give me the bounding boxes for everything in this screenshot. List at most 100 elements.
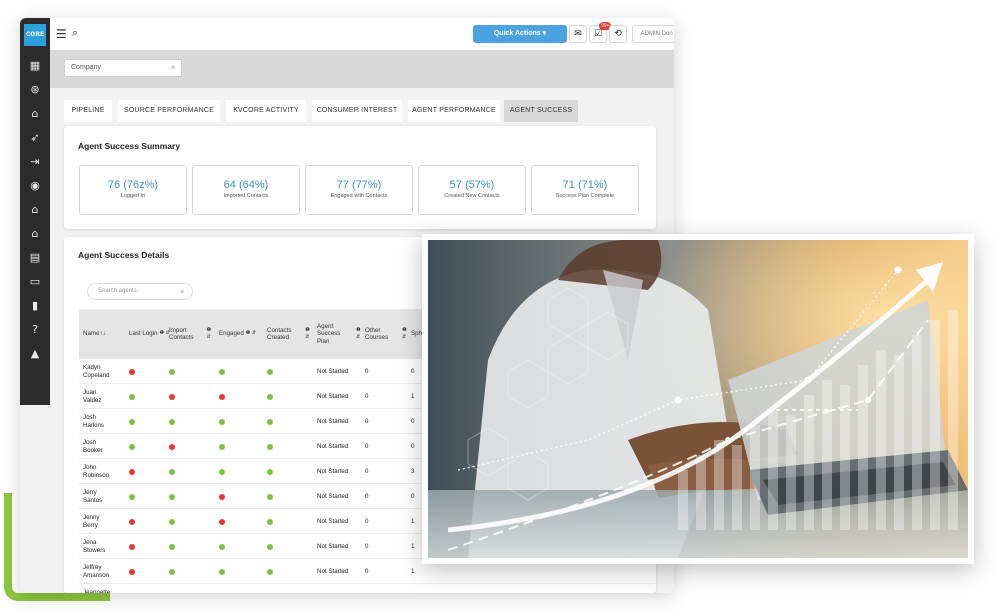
column-header[interactable]: Contacts Created ❶ ⇵ [267,309,313,359]
house-dollar-icon[interactable]: ⌂ [20,222,50,246]
s-value: 1 [411,392,415,400]
agent-success-summary-card: Agent Success Summary 76 (76z%) Logged I… [64,126,656,229]
import-status [169,459,175,484]
info-sort-icon[interactable]: ❶ ⇵ [207,327,215,342]
check-icon [267,518,273,525]
stat-label: Engaged with Contacts [330,193,388,199]
login-status [129,384,135,409]
quick-actions-button[interactable]: Quick Actions ▾ [473,25,567,43]
plan-value: Not Started [317,517,349,525]
stat-value: 64 (64%) [223,179,269,191]
agent-name[interactable]: JeannettePage [83,584,123,593]
hero-photo [422,234,974,564]
arrow-in-icon[interactable]: ⇥ [20,150,50,174]
graduation-cap-icon[interactable]: ▲ [20,342,50,366]
tab-agent-performance[interactable]: AGENT PERFORMANCE [408,100,500,122]
agent-name[interactable]: Jenny Berry [83,509,123,534]
engaged-status [219,484,225,509]
eye-icon[interactable]: ◉ [20,174,50,198]
x-icon [219,493,225,500]
extra-value: 3 [529,584,532,594]
created-status [267,584,273,593]
agent-name[interactable]: Jeffrey Amanson [83,559,123,584]
column-header[interactable]: Other Courses ❶ ⇵ [365,309,411,359]
network-icon[interactable]: ⊛ [20,78,50,102]
admin-user-menu[interactable]: ADMIN Don ▾ [632,25,674,43]
agent-first-name: John [83,464,97,471]
agent-name[interactable]: Jena Stowers [83,534,123,559]
tab-kvcore-activity[interactable]: KVCORE ACTIVITY [226,100,306,122]
other-value: 0 [365,467,369,475]
tab-source-performance[interactable]: SOURCE PERFORMANCE [118,100,220,122]
login-status [129,459,135,484]
agent-name[interactable]: Jerry Santos [83,484,123,509]
info-sort-icon[interactable]: ❶ ⇵ [305,327,313,342]
column-header[interactable]: Engaged ❶ ⇵ [219,309,265,359]
company-select[interactable]: Company ⌕ [64,59,182,77]
agent-name[interactable]: Kadyn Copeland [83,359,123,384]
agent-first-name: Josh [83,414,97,421]
x-icon [129,543,135,550]
home-icon[interactable]: ⌂ [20,102,50,126]
column-label: Agent Success Plan [317,322,341,345]
search-icon: ⌕ [180,288,184,295]
agent-name[interactable]: Juan Valdez [83,384,123,409]
engaged-status [219,359,225,384]
tab-consumer-interest[interactable]: CONSUMER INTEREST [312,100,402,122]
column-header[interactable]: Agent Success Plan ❶ ⇵ [317,309,363,359]
info-sort-icon[interactable]: ❶ ⇵ [402,327,411,342]
plan-value: Not Started [317,442,349,450]
table-row[interactable]: JeannettePage Not Started 0 0 0 2 3 0 0 0 [79,584,656,593]
printer-icon[interactable]: ▤ [20,246,50,270]
plan-value: Not Started [317,417,349,425]
info-sort-icon[interactable]: ❶ ⇵ [246,330,256,338]
agent-first-name: Josh [83,439,97,446]
dashboard-icon[interactable]: ▦ [20,54,50,78]
stat-label: Success Plan Complete [555,193,615,199]
search-icon: ⌕ [171,64,175,71]
bar-chart-icon[interactable]: ▮ [20,294,50,318]
agent-last-name: Stowers [83,546,106,554]
tab-pipeline[interactable]: PIPELINE [64,100,112,122]
column-label: Engaged [219,330,244,338]
history-icon[interactable]: ⟲ [609,25,627,43]
column-label: Contacts Created [267,326,292,342]
agent-name[interactable]: Josh Booker [83,434,123,459]
s-value: 1 [411,567,415,575]
login-status [129,359,135,384]
column-header[interactable]: Name↑↓ [83,309,121,359]
agent-search-input[interactable]: Search agents ⌕ [87,283,193,300]
check-icon [267,418,273,425]
tab-agent-success[interactable]: AGENT SUCCESS [504,100,578,122]
send-icon[interactable]: ➶ [20,126,50,150]
s-value: 1 [411,517,415,525]
import-status [169,434,175,459]
storefront-icon[interactable]: ▭ [20,270,50,294]
extra-value: 2 [489,584,492,594]
agent-name[interactable]: Josh Harkins [83,409,123,434]
menu-icon[interactable]: ☰ [56,27,67,41]
extra-value: 0 [459,584,462,594]
info-sort-icon[interactable]: ❶ ⇵ [356,327,363,342]
house-gear-icon[interactable]: ⌂ [20,198,50,222]
mail-icon[interactable]: ✉ [569,25,587,43]
check-icon [129,418,135,425]
check-icon [169,568,175,575]
created-status [267,459,273,484]
login-status [129,484,135,509]
created-status [267,434,273,459]
check-icon [267,443,273,450]
search-icon[interactable]: ⌕ [72,26,78,40]
agent-name[interactable]: John Robinson [83,459,123,484]
column-header[interactable]: Import Contacts ❶ ⇵ [169,309,215,359]
help-icon[interactable]: ? [20,318,50,342]
stat-engaged-contacts: 77 (77%) Engaged with Contacts [305,165,413,215]
s-value: 0 [411,442,415,450]
agent-first-name: Juan [83,389,97,396]
agent-first-name: Jeffrey [83,564,102,571]
engaged-status [219,384,225,409]
agent-last-name: Booker [83,446,103,454]
agent-last-name: Santos [83,496,103,504]
stat-value: 71 (71%) [562,179,608,191]
column-label: Other Courses [365,326,389,342]
